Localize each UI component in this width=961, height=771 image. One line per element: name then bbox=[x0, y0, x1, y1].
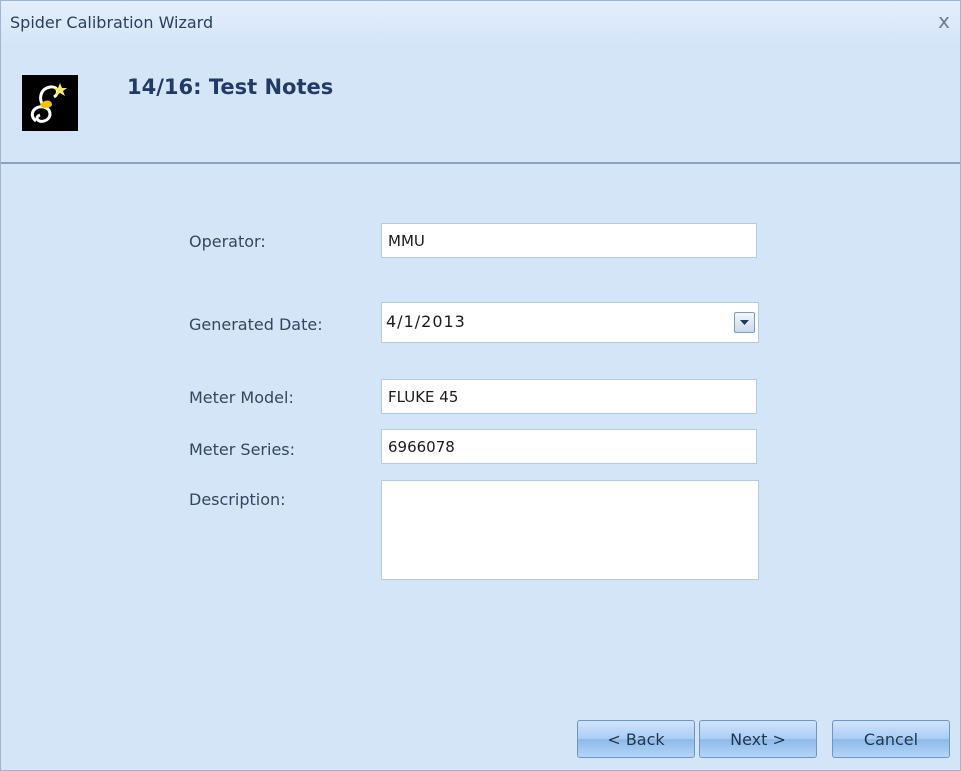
next-button[interactable]: Next > bbox=[699, 720, 817, 758]
page-title: 14/16: Test Notes bbox=[127, 75, 334, 99]
chevron-down-icon[interactable] bbox=[734, 312, 755, 333]
operator-input[interactable] bbox=[381, 223, 757, 258]
back-button[interactable]: < Back bbox=[577, 720, 695, 758]
generated-date-value: 4/1/2013 bbox=[386, 312, 466, 331]
meter-model-label: Meter Model: bbox=[189, 388, 294, 407]
spider-wizard-logo-icon bbox=[22, 75, 78, 131]
title-bar: Spider Calibration Wizard x bbox=[1, 1, 960, 45]
description-label: Description: bbox=[189, 490, 286, 509]
window-title: Spider Calibration Wizard bbox=[10, 13, 214, 32]
meter-series-input[interactable] bbox=[381, 429, 757, 464]
meter-model-input[interactable] bbox=[381, 379, 757, 414]
close-icon[interactable]: x bbox=[932, 9, 956, 33]
wizard-header: 14/16: Test Notes bbox=[1, 45, 960, 164]
operator-label: Operator: bbox=[189, 232, 266, 251]
description-textarea[interactable] bbox=[381, 480, 759, 580]
cancel-button[interactable]: Cancel bbox=[832, 720, 950, 758]
meter-series-label: Meter Series: bbox=[189, 440, 296, 459]
wizard-window: Spider Calibration Wizard x 14/16: Test … bbox=[0, 0, 961, 771]
generated-date-label: Generated Date: bbox=[189, 315, 323, 334]
generated-date-picker[interactable]: 4/1/2013 bbox=[381, 302, 759, 343]
